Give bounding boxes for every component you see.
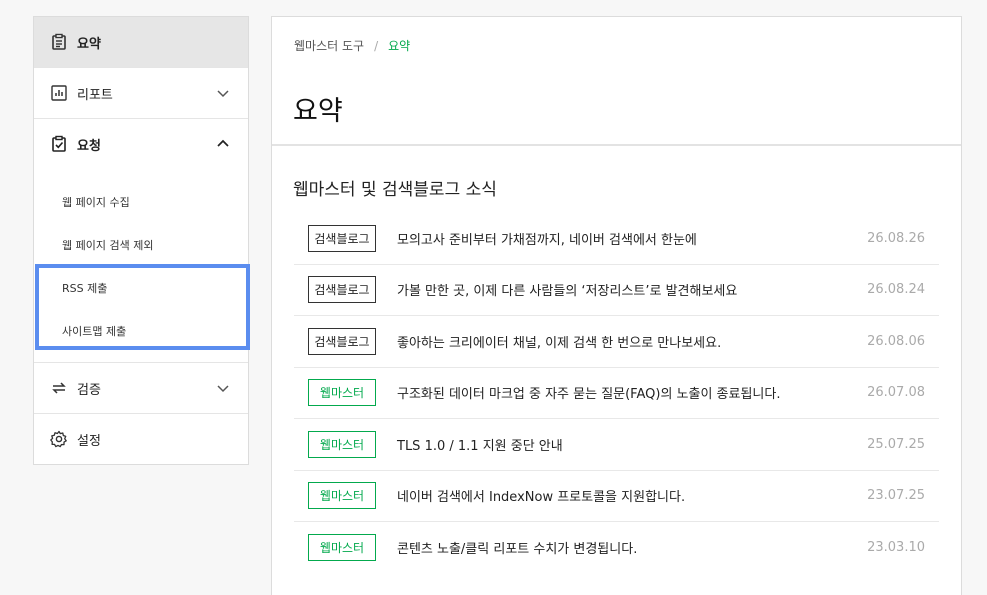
sub-item-page-collect[interactable]: 웹 페이지 수집 — [62, 194, 130, 210]
sidebar-item-summary[interactable]: 요약 — [34, 17, 248, 67]
sidebar-item-label: 검증 — [77, 382, 101, 398]
list-item[interactable]: 검색블로그 모의고사 준비부터 가채점까지, 네이버 검색에서 한눈에 26.08.… — [294, 213, 939, 265]
news-date: 26.08.24 — [867, 282, 925, 298]
main-panel: 웹마스터 도구 / 요약 요약 웹마스터 및 검색블로그 소식 검색블로그 모의고… — [271, 16, 962, 595]
clipboard-check-icon — [50, 135, 68, 153]
news-date: 26.08.26 — [867, 230, 925, 246]
chart-icon — [50, 84, 68, 102]
news-title-link[interactable]: 콘텐츠 노출/클릭 리포트 수치가 변경됩니다. — [397, 538, 939, 557]
sidebar-item-label: 요약 — [77, 36, 101, 52]
category-tag: 웹마스터 — [308, 379, 376, 407]
breadcrumb-separator: / — [374, 38, 379, 53]
category-tag: 검색블로그 — [308, 276, 376, 304]
sync-icon — [50, 379, 68, 397]
news-title-link[interactable]: 가볼 만한 곳, 이제 다른 사람들의 ‘저장리스트’로 발견해보세요 — [397, 280, 939, 299]
category-tag: 웹마스터 — [308, 430, 376, 458]
chevron-up-icon[interactable] — [216, 137, 230, 151]
list-item[interactable]: 웹마스터 구조화된 데이터 마크업 중 자주 묻는 질문(FAQ)의 노출이 종료… — [294, 368, 939, 419]
list-item[interactable]: 웹마스터 네이버 검색에서 IndexNow 프로토콜을 지원합니다. 23.07.… — [294, 471, 939, 522]
news-list: 검색블로그 모의고사 준비부터 가채점까지, 네이버 검색에서 한눈에 26.08.… — [294, 213, 939, 574]
chevron-down-icon[interactable] — [216, 381, 230, 395]
clipboard-icon — [50, 33, 68, 51]
list-item[interactable]: 웹마스터 콘텐츠 노출/클릭 리포트 수치가 변경됩니다. 23.03.10 — [294, 522, 939, 574]
breadcrumb: 웹마스터 도구 / 요약 — [294, 37, 410, 54]
sidebar-item-label: 요청 — [77, 138, 101, 154]
category-tag: 웹마스터 — [308, 482, 376, 510]
category-tag: 검색블로그 — [308, 224, 376, 252]
chevron-down-icon[interactable] — [216, 86, 230, 100]
news-date: 25.07.25 — [867, 436, 925, 452]
news-date: 26.07.08 — [867, 385, 925, 401]
sidebar-item-label: 리포트 — [77, 87, 113, 103]
section-title: 웹마스터 및 검색블로그 소식 — [293, 180, 497, 200]
list-item[interactable]: 검색블로그 가볼 만한 곳, 이제 다른 사람들의 ‘저장리스트’로 발견해보세요… — [294, 265, 939, 316]
news-title-link[interactable]: 모의고사 준비부터 가채점까지, 네이버 검색에서 한눈에 — [397, 229, 939, 248]
sidebar-item-settings[interactable]: 설정 — [34, 414, 248, 464]
breadcrumb-root[interactable]: 웹마스터 도구 — [294, 37, 364, 54]
list-item[interactable]: 검색블로그 좋아하는 크리에이터 채널, 이제 검색 한 번으로 만나보세요. 26… — [294, 316, 939, 368]
sidebar-item-report[interactable]: 리포트 — [34, 68, 248, 118]
news-title-link[interactable]: 구조화된 데이터 마크업 중 자주 묻는 질문(FAQ)의 노출이 종료됩니다. — [397, 383, 939, 402]
news-title-link[interactable]: 네이버 검색에서 IndexNow 프로토콜을 지원합니다. — [397, 486, 939, 505]
breadcrumb-current: 요약 — [388, 39, 411, 53]
sub-item-page-exclude[interactable]: 웹 페이지 검색 제외 — [62, 237, 153, 253]
news-title-link[interactable]: 좋아하는 크리에이터 채널, 이제 검색 한 번으로 만나보세요. — [397, 332, 939, 351]
gear-icon — [50, 430, 68, 448]
news-title-link[interactable]: TLS 1.0 / 1.1 지원 중단 안내 — [397, 435, 939, 454]
sidebar-item-verify[interactable]: 검증 — [34, 363, 248, 413]
category-tag: 검색블로그 — [308, 327, 376, 355]
news-date: 23.03.10 — [867, 540, 925, 556]
news-date: 23.07.25 — [867, 488, 925, 504]
divider — [272, 144, 961, 146]
sidebar-item-label: 설정 — [77, 433, 101, 449]
highlight-box — [35, 264, 250, 350]
sidebar: 요약 리포트 요청 웹 페이지 수집 웹 페이지 검색 제외 RSS 제출 사이… — [33, 16, 250, 465]
page-title: 요약 — [293, 96, 343, 127]
sidebar-item-request[interactable]: 요청 — [34, 119, 248, 169]
list-item[interactable]: 웹마스터 TLS 1.0 / 1.1 지원 중단 안내 25.07.25 — [294, 419, 939, 471]
news-date: 26.08.06 — [867, 333, 925, 349]
category-tag: 웹마스터 — [308, 534, 376, 562]
